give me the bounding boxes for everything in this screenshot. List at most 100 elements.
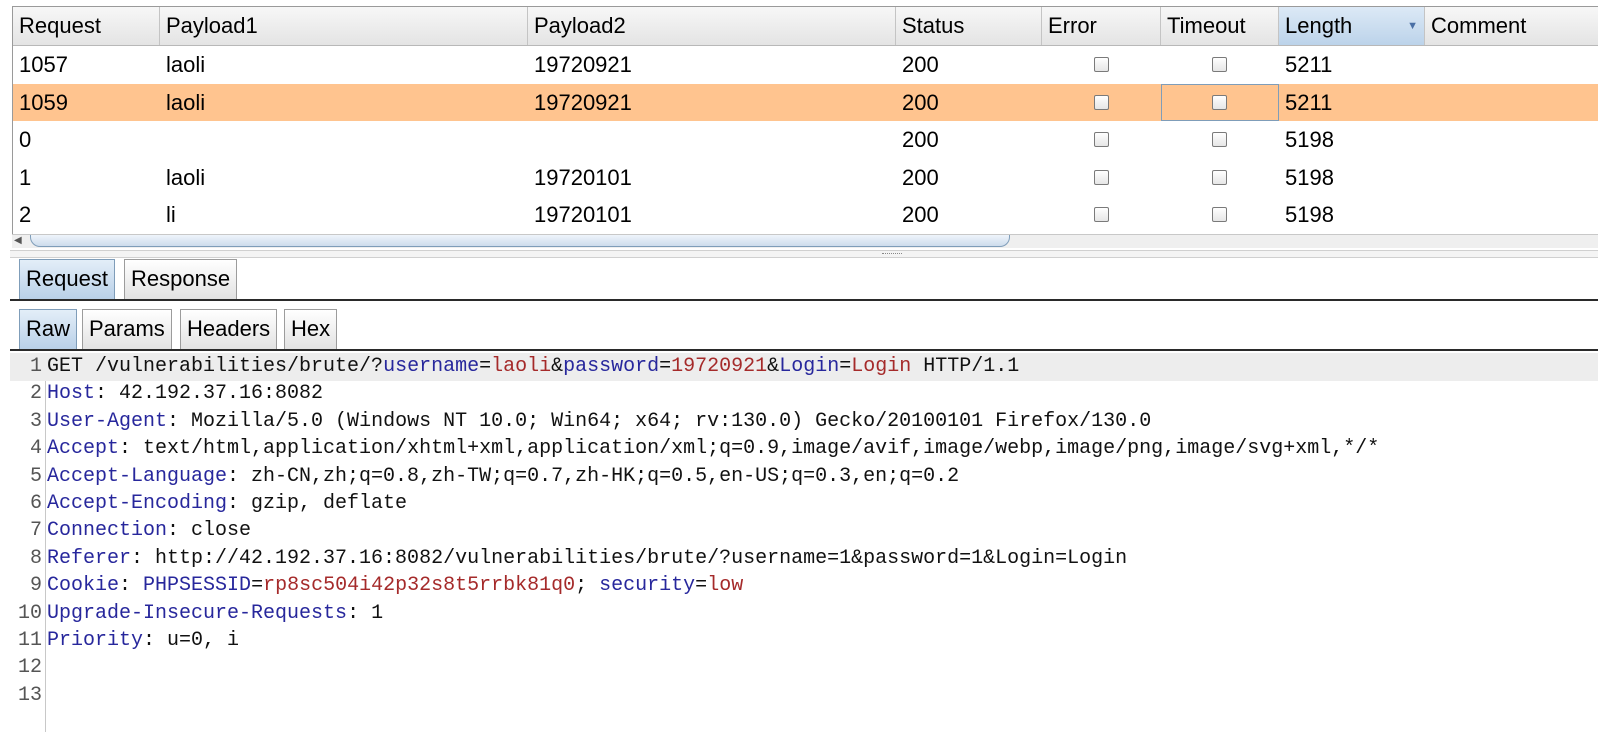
error-checkbox[interactable] — [1093, 57, 1109, 72]
request-line: 4 Accept: text/html,application/xhtml+xml… — [10, 435, 1598, 463]
cell-payload2: 19720921 — [534, 89, 632, 115]
token-value: Login — [851, 355, 912, 378]
cell-status: 200 — [902, 52, 939, 77]
tab-response[interactable]: Response — [124, 259, 238, 299]
header-col-status[interactable]: Status — [896, 7, 1042, 45]
pane-splitter[interactable] — [10, 250, 1598, 258]
header-label: Length — [1285, 13, 1353, 38]
token-key: Host — [47, 382, 96, 406]
cell-request: 2 — [19, 202, 32, 227]
header-label: Payload1 — [166, 13, 258, 38]
cell-status: 200 — [902, 164, 939, 190]
cell-length: 5198 — [1285, 164, 1334, 190]
table-row[interactable]: 1057 laoli 19720921 200 5211 — [13, 46, 1598, 83]
header-col-payload1[interactable]: Payload1 — [160, 7, 528, 45]
header-col-timeout[interactable]: Timeout — [1161, 7, 1279, 45]
token-key: Priority — [47, 629, 144, 652]
token-key: Connection — [47, 519, 168, 543]
header-col-payload2[interactable]: Payload2 — [528, 7, 896, 45]
header-label: Payload2 — [534, 13, 626, 38]
cell-payload2: 19720921 — [534, 52, 632, 77]
timeout-checkbox[interactable] — [1212, 57, 1227, 72]
timeout-checkbox[interactable] — [1212, 207, 1227, 222]
cell-status: 200 — [902, 202, 939, 227]
cell-request: 1 — [19, 164, 32, 190]
token-text: : u=0, i — [143, 629, 240, 652]
token-text: = — [659, 355, 672, 378]
cell-payload1: laoli — [166, 52, 206, 77]
cell-payload1: laoli — [166, 164, 206, 190]
focused-cell-outline — [1161, 83, 1279, 121]
line-text: Cookie: PHPSESSID=rp8sc504i42p32s8t5rrbk… — [47, 572, 743, 600]
table-row[interactable]: 1059 laoli 19720921 200 5211 — [13, 83, 1598, 121]
line-number: 8 — [29, 546, 42, 570]
table-row[interactable]: 1 laoli 19720101 200 5198 — [13, 159, 1598, 196]
header-col-request[interactable]: Request — [13, 7, 160, 45]
token-text: : 42.192.37.16:8082 — [95, 382, 324, 406]
cell-payload2: 19720101 — [534, 202, 632, 227]
request-line: 10 Upgrade-Insecure-Requests: 1 — [10, 600, 1598, 628]
error-checkbox[interactable] — [1093, 207, 1109, 222]
token-key: Upgrade-Insecure-Requests — [47, 601, 348, 625]
cell-length: 5198 — [1285, 127, 1334, 152]
line-text: Upgrade-Insecure-Requests: 1 — [47, 600, 383, 628]
cell-payload2: 19720101 — [534, 164, 632, 190]
request-line: 2 Host: 42.192.37.16:8082 — [10, 380, 1598, 408]
error-checkbox[interactable] — [1093, 94, 1109, 110]
token-key: Cookie — [47, 574, 120, 598]
cell-payload1: laoli — [166, 89, 206, 115]
tab-headers[interactable]: Headers — [180, 309, 278, 349]
cell-comment — [1425, 46, 1598, 83]
line-number: 12 — [17, 656, 42, 680]
request-line: 11 Priority: u=0, i — [10, 627, 1598, 655]
token-key: PHPSESSID — [143, 574, 252, 598]
cell-payload1: li — [166, 202, 176, 227]
tab-hex[interactable]: Hex — [284, 309, 338, 349]
line-number: 7 — [29, 519, 42, 543]
results-table: Request Payload1 Payload2 Status Error Timeou… — [12, 6, 1598, 246]
raw-request-editor[interactable]: 1 GET /vulnerabilities/brute/?username=la… — [10, 353, 1598, 732]
request-line: 5 Accept-Language: zh-CN,zh;q=0.8,zh-TW;q… — [10, 463, 1598, 491]
line-number: 2 — [29, 382, 42, 406]
line-number: 3 — [29, 409, 42, 433]
line-text: Accept-Encoding: gzip, deflate — [47, 490, 407, 518]
request-line: 7 Connection: close — [10, 517, 1598, 545]
cell-comment — [1425, 121, 1598, 158]
token-text: HTTP/1.1 — [911, 355, 1020, 378]
error-checkbox[interactable] — [1093, 132, 1109, 147]
line-text: User-Agent: Mozilla/5.0 (Windows NT 10.0… — [47, 408, 1151, 436]
timeout-checkbox[interactable] — [1212, 132, 1227, 147]
tab-raw[interactable]: Raw — [19, 309, 78, 349]
header-col-comment[interactable]: Comment — [1425, 7, 1598, 45]
scroll-left-arrow-icon[interactable]: ◀ — [14, 235, 22, 246]
line-number: 13 — [17, 683, 42, 707]
line-number: 4 — [29, 437, 42, 461]
table-row[interactable]: 0 200 5198 — [13, 121, 1598, 158]
timeout-checkbox[interactable] — [1212, 169, 1227, 185]
token-text: : gzip, deflate — [227, 492, 408, 515]
line-text: GET /vulnerabilities/brute/?username=lao… — [47, 353, 1019, 381]
token-key: username — [383, 355, 480, 378]
cell-payload2 — [528, 121, 896, 158]
tab-request[interactable]: Request — [19, 259, 115, 299]
token-key: Referer — [47, 546, 132, 570]
header-label: Error — [1048, 13, 1097, 38]
splitter-grip-icon — [882, 253, 902, 255]
token-key: security — [599, 574, 696, 598]
header-col-length[interactable]: Length ▼ — [1279, 7, 1425, 45]
scrollbar-thumb[interactable] — [30, 235, 1010, 247]
line-text: Accept: text/html,application/xhtml+xml,… — [47, 435, 1379, 463]
request-line: 8 Referer: http://42.192.37.16:8082/vulne… — [10, 545, 1598, 573]
header-col-error[interactable]: Error — [1042, 7, 1161, 45]
token-text: = — [839, 355, 852, 378]
line-number: 1 — [29, 355, 42, 378]
table-row[interactable]: 2 li 19720101 200 5198 — [13, 196, 1598, 233]
horizontal-scrollbar[interactable]: ◀ — [12, 234, 1598, 248]
cell-length: 5211 — [1285, 89, 1333, 115]
token-text: = — [251, 574, 264, 598]
request-line: 6 Accept-Encoding: gzip, deflate — [10, 490, 1598, 518]
tab-params[interactable]: Params — [82, 309, 172, 349]
token-text: GET /vulnerabilities/brute/? — [47, 355, 384, 378]
line-text: Connection: close — [47, 517, 251, 545]
error-checkbox[interactable] — [1093, 169, 1109, 185]
